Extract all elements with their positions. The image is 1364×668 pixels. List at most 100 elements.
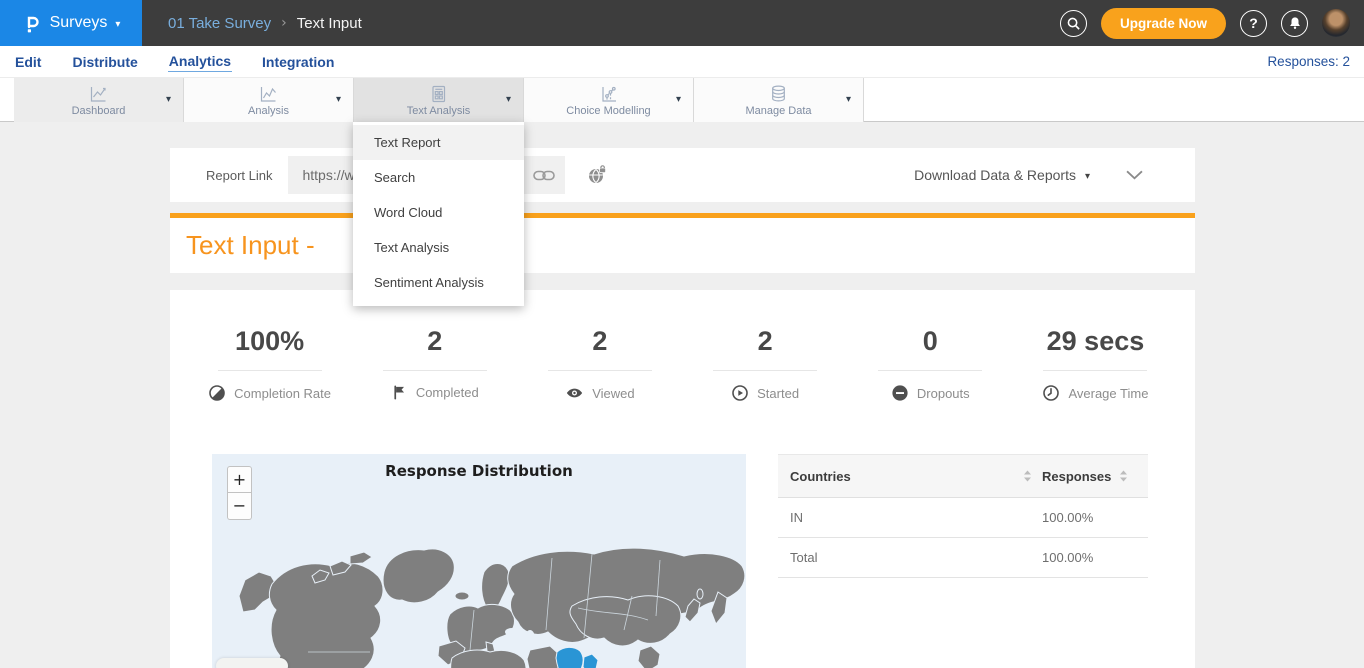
zoom-out-button[interactable]: −	[227, 493, 252, 520]
responses-cell: 100.00%	[1042, 550, 1093, 565]
stat-value: 29 secs	[1013, 326, 1178, 357]
survey-stats-row: 100% Completion Rate 2 Completed	[170, 290, 1195, 402]
stat-started: 2 Started	[683, 326, 848, 402]
minus-circle-icon	[891, 384, 909, 402]
globe-lock-icon[interactable]	[587, 165, 607, 185]
tab-analysis-label: Analysis	[248, 105, 289, 117]
tab-text-analysis-label: Text Analysis	[407, 105, 471, 117]
countries-table-header: Countries Responses	[778, 454, 1148, 498]
caret-down-icon: ▾	[676, 94, 681, 105]
country-india-highlighted	[556, 647, 583, 668]
caret-down-icon: ▾	[115, 19, 120, 30]
table-row: IN 100.00%	[778, 498, 1148, 538]
help-button[interactable]: ?	[1240, 10, 1267, 37]
nav-item-analytics[interactable]: Analytics	[168, 51, 232, 72]
map-title: Response Distribution	[212, 462, 746, 480]
nav-item-integration[interactable]: Integration	[261, 52, 335, 72]
breadcrumb-survey-link[interactable]: 01 Take Survey	[168, 15, 271, 32]
breadcrumb-separator: ›	[281, 15, 287, 31]
tab-text-analysis[interactable]: Text Analysis ▾	[354, 78, 524, 122]
arctic-island	[350, 552, 372, 564]
caret-down-icon: ▾	[846, 94, 851, 105]
stat-completion-rate: 100% Completion Rate	[187, 326, 352, 402]
report-link-label: Report Link	[206, 168, 272, 183]
eye-icon	[565, 384, 584, 402]
tab-dashboard[interactable]: Dashboard ▾	[14, 78, 184, 122]
menu-item-sentiment-analysis[interactable]: Sentiment Analysis	[353, 265, 524, 300]
divider	[713, 370, 817, 371]
stat-viewed: 2 Viewed	[517, 326, 682, 402]
menu-item-text-analysis[interactable]: Text Analysis	[353, 230, 524, 265]
tab-dashboard-label: Dashboard	[72, 105, 126, 117]
divider	[548, 370, 652, 371]
line-chart-icon	[88, 84, 109, 104]
menu-item-word-cloud[interactable]: Word Cloud	[353, 195, 524, 230]
caret-down-icon: ▾	[336, 94, 341, 105]
nav-item-distribute[interactable]: Distribute	[71, 52, 138, 72]
upgrade-now-button[interactable]: Upgrade Now	[1101, 8, 1226, 39]
caspian-sea	[525, 630, 535, 646]
bell-icon	[1288, 16, 1302, 30]
database-icon	[768, 84, 789, 104]
product-name: Surveys	[50, 14, 108, 32]
nav-item-edit[interactable]: Edit	[14, 52, 42, 72]
search-button[interactable]	[1060, 10, 1087, 37]
copy-link-icon[interactable]	[533, 169, 555, 182]
menu-item-text-report[interactable]: Text Report	[353, 125, 524, 160]
breadcrumb-current-page: Text Input	[297, 15, 362, 32]
notifications-button[interactable]	[1281, 10, 1308, 37]
stat-label: Dropouts	[917, 386, 970, 401]
zoom-in-button[interactable]: +	[227, 466, 252, 493]
region-se-asia	[638, 646, 660, 668]
region-north-africa	[451, 650, 526, 668]
sort-responses-icon[interactable]	[1119, 470, 1128, 482]
tab-analysis[interactable]: Analysis ▾	[184, 78, 354, 122]
responses-cell: 100.00%	[1042, 510, 1093, 525]
play-circle-icon	[731, 384, 749, 402]
countries-table: Countries Responses IN 100.00% Total 100…	[778, 454, 1148, 578]
stat-completed: 2 Completed	[352, 326, 517, 402]
country-japan-north	[697, 589, 703, 599]
scatter-plot-icon	[598, 84, 619, 104]
top-header: Surveys ▾ 01 Take Survey › Text Input Up…	[0, 0, 1364, 46]
question-title: Text Input -	[186, 230, 315, 261]
country-iceland	[455, 592, 469, 600]
tab-manage-data-label: Manage Data	[745, 105, 811, 117]
text-analysis-menu: Text Report Search Word Cloud Text Analy…	[353, 122, 524, 306]
tab-choice-modelling-label: Choice Modelling	[566, 105, 650, 117]
sort-countries-icon[interactable]	[1023, 470, 1032, 482]
tab-manage-data[interactable]: Manage Data ▾	[694, 78, 864, 122]
country-cell: Total	[790, 550, 817, 565]
stat-value: 0	[848, 326, 1013, 357]
tab-choice-modelling[interactable]: Choice Modelling ▾	[524, 78, 694, 122]
menu-item-search[interactable]: Search	[353, 160, 524, 195]
country-cell: IN	[790, 510, 803, 525]
countries-column-header[interactable]: Countries	[790, 469, 851, 484]
world-map[interactable]	[212, 454, 746, 668]
report-link-card: Report Link https://ww Download Data & R…	[170, 148, 1195, 202]
analytics-toolbar: Dashboard ▾ Analysis ▾ Text Analysis ▾ C…	[0, 77, 1364, 122]
flag-icon	[391, 384, 408, 401]
user-avatar[interactable]	[1322, 9, 1350, 37]
caret-down-icon: ▾	[506, 94, 511, 105]
responses-count: Responses: 2	[1267, 54, 1350, 69]
divider	[218, 370, 322, 371]
header-actions: Upgrade Now ?	[1060, 8, 1364, 39]
stat-dropouts: 0 Dropouts	[848, 326, 1013, 402]
download-data-reports-label: Download Data & Reports	[914, 167, 1076, 183]
divider	[1043, 370, 1147, 371]
map-zoom-controls: + −	[227, 466, 252, 520]
responses-column-header[interactable]: Responses	[1042, 469, 1111, 484]
stat-value: 2	[517, 326, 682, 357]
collapse-section-button[interactable]	[1126, 170, 1143, 180]
download-data-reports-dropdown[interactable]: Download Data & Reports ▾	[914, 167, 1090, 183]
country-greenland	[383, 549, 454, 603]
survey-nav: Edit Distribute Analytics Integration Re…	[0, 46, 1364, 77]
clock-icon	[1042, 384, 1060, 402]
product-switcher[interactable]: Surveys ▾	[0, 0, 142, 46]
response-distribution-map[interactable]: Response Distribution + −	[212, 454, 746, 668]
completion-rate-icon	[208, 384, 226, 402]
chevron-down-icon	[1126, 170, 1143, 180]
analytics-summary-card: 100% Completion Rate 2 Completed	[170, 290, 1195, 668]
caret-down-icon: ▾	[166, 94, 171, 105]
